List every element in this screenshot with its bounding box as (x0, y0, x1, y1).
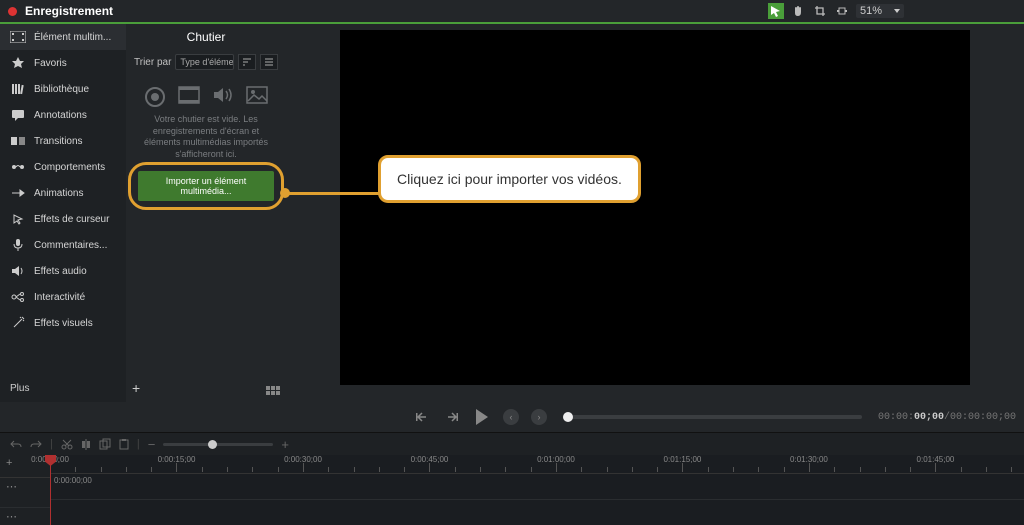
timeline-track[interactable]: 0:00:00;00 (50, 474, 1024, 500)
timeline-toolbar: | | − + (0, 432, 1024, 455)
transitions-icon (10, 135, 26, 147)
sidebar: Élément multim... Favoris Bibliothèque A… (0, 24, 126, 402)
sidebar-item-label: Comportements (34, 162, 105, 173)
copy-icon[interactable] (99, 438, 111, 450)
track-timecode: 0:00:00;00 (54, 476, 92, 485)
sidebar-item-voice[interactable]: Commentaires... (0, 232, 126, 258)
sidebar-item-library[interactable]: Bibliothèque (0, 76, 126, 102)
sidebar-item-label: Effets audio (34, 266, 87, 277)
timeline: + ⋯ ⋯ 0:00:00;000:00:15;000:00:30;000:00… (0, 455, 1024, 525)
sidebar-item-transitions[interactable]: Transitions (0, 128, 126, 154)
bin-title: Chutier (126, 24, 286, 50)
crop-tool-icon[interactable] (812, 3, 828, 19)
callout-connector (286, 192, 381, 195)
cursor-effects-icon (10, 213, 26, 225)
undo-icon[interactable] (10, 439, 22, 449)
playhead[interactable] (50, 455, 51, 525)
zoom-in-icon[interactable]: + (281, 437, 289, 452)
record-icon[interactable] (8, 7, 17, 16)
bin-grid-icon[interactable] (266, 386, 280, 396)
timeline-track[interactable] (50, 500, 1024, 525)
import-button-label: Importer un élément multimédia... (166, 176, 247, 196)
sidebar-item-label: Commentaires... (34, 240, 107, 251)
sidebar-item-visual-effects[interactable]: Effets visuels (0, 310, 126, 336)
sidebar-item-audio-effects[interactable]: Effets audio (0, 258, 126, 284)
wand-icon (10, 317, 26, 329)
sidebar-item-label: Effets visuels (34, 318, 93, 329)
star-icon (10, 57, 26, 69)
split-icon[interactable] (81, 438, 91, 450)
track-menu-icon[interactable]: ⋯ (0, 508, 50, 525)
sidebar-item-favorites[interactable]: Favoris (0, 50, 126, 76)
sidebar-item-label: Transitions (34, 136, 83, 147)
app-title: Enregistrement (25, 4, 113, 18)
sidebar-item-media[interactable]: Élément multim... (0, 24, 126, 50)
pan-tool-icon[interactable] (834, 3, 850, 19)
playback-bar: ‹ › 00:00:00;00/00:00:00;00 (0, 402, 1024, 432)
sidebar-item-label: Favoris (34, 58, 67, 69)
canvas[interactable] (340, 30, 970, 385)
record-circle-icon (144, 86, 166, 108)
sidebar-item-label: Animations (34, 188, 83, 199)
next-frame-button[interactable] (443, 408, 461, 426)
track-menu-icon[interactable]: ⋯ (0, 478, 50, 508)
prev-frame-button[interactable] (413, 408, 431, 426)
scrub-bar[interactable] (563, 415, 862, 419)
chevron-down-icon (894, 9, 900, 13)
sidebar-item-cursor-effects[interactable]: Effets de curseur (0, 206, 126, 232)
import-media-button[interactable]: Importer un élément multimédia... (138, 171, 274, 201)
step-forward-button[interactable]: › (531, 409, 547, 425)
media-icon (10, 31, 26, 43)
sort-dropdown[interactable]: Type d'élément mult... (175, 54, 234, 70)
tutorial-callout: Cliquez ici pour importer vos vidéos. (378, 155, 641, 203)
view-toggle-list-icon[interactable] (260, 54, 278, 70)
animations-icon (10, 187, 26, 199)
sidebar-item-animations[interactable]: Animations (0, 180, 126, 206)
sidebar-item-label: Annotations (34, 110, 87, 121)
branch-icon (10, 291, 26, 303)
cut-icon[interactable] (61, 438, 73, 450)
sidebar-item-annotations[interactable]: Annotations (0, 102, 126, 128)
sort-label: Trier par (134, 57, 171, 68)
microphone-icon (10, 239, 26, 251)
sidebar-item-behaviors[interactable]: Comportements (0, 154, 126, 180)
bin-add-icon[interactable]: + (132, 380, 140, 396)
sidebar-item-label: Interactivité (34, 292, 85, 303)
media-bin-panel: Chutier Trier par Type d'élément mult...… (126, 24, 286, 402)
zoom-level[interactable]: 51% (856, 4, 904, 18)
sidebar-item-label: Effets de curseur (34, 214, 109, 225)
timeline-zoom-slider[interactable] (163, 443, 273, 446)
zoom-out-icon[interactable]: − (148, 437, 156, 452)
zoom-value: 51% (860, 5, 882, 17)
sidebar-item-label: Bibliothèque (34, 84, 89, 95)
sidebar-plus[interactable]: Plus (0, 375, 126, 402)
behaviors-icon (10, 161, 26, 173)
library-icon (10, 83, 26, 95)
view-toggle-asc-icon[interactable] (238, 54, 256, 70)
scrub-handle[interactable] (563, 412, 573, 422)
sidebar-item-interactivity[interactable]: Interactivité (0, 284, 126, 310)
audio-icon (212, 86, 234, 108)
select-tool-icon[interactable] (768, 3, 784, 19)
film-icon (178, 86, 200, 108)
hand-tool-icon[interactable] (790, 3, 806, 19)
sidebar-item-label: Élément multim... (34, 32, 111, 43)
sidebar-plus-label: Plus (10, 383, 29, 394)
image-icon (246, 86, 268, 108)
paste-icon[interactable] (119, 438, 129, 450)
play-button[interactable] (473, 408, 491, 426)
redo-icon[interactable] (30, 439, 42, 449)
callout-icon (10, 109, 26, 121)
timecode-display: 00:00:00;00/00:00:00;00 (878, 412, 1016, 423)
timeline-ruler[interactable]: 0:00:00;000:00:15;000:00:30;000:00:45;00… (50, 455, 1024, 474)
bin-empty-text: Votre chutier est vide. Les enregistreme… (126, 114, 286, 161)
step-back-button[interactable]: ‹ (503, 409, 519, 425)
canvas-area: Cliquez ici pour importer vos vidéos. (286, 24, 1024, 402)
speaker-icon (10, 265, 26, 277)
